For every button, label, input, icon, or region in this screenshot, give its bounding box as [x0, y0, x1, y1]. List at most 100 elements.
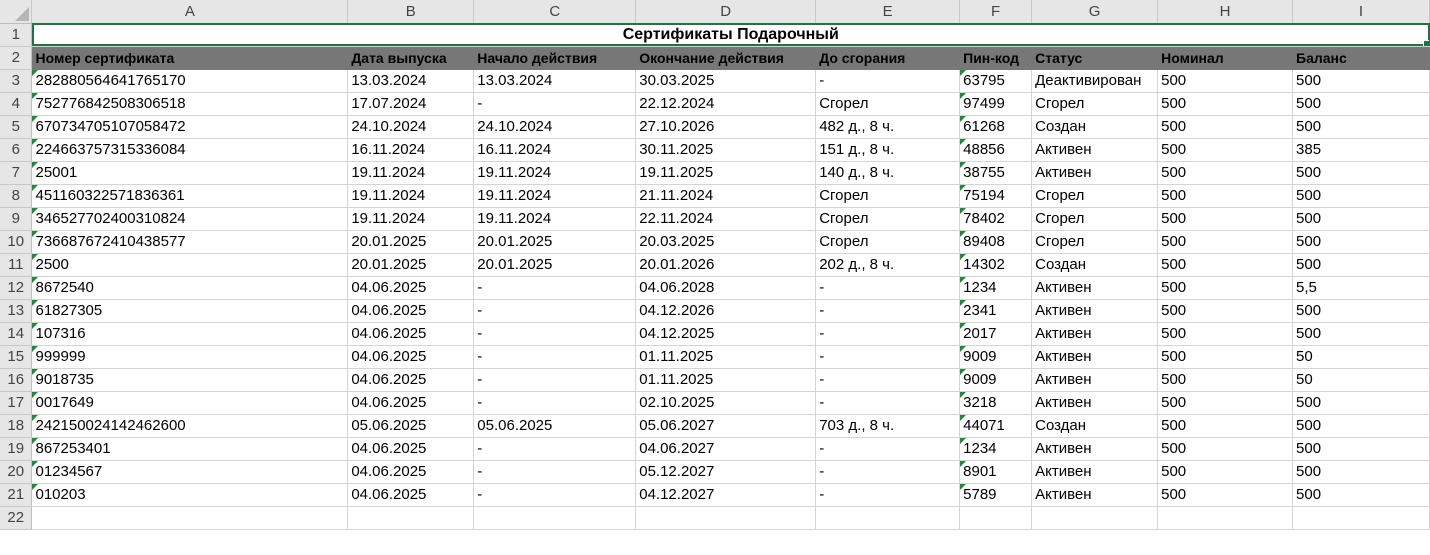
cell-nominal[interactable]: 500	[1157, 230, 1294, 254]
cell-balance[interactable]: 50	[1292, 345, 1430, 369]
cell-balance[interactable]: 500	[1292, 92, 1430, 116]
cell-certificate-number[interactable]: 2500	[31, 253, 349, 277]
cell-end-date[interactable]: 27.10.2026	[635, 115, 817, 139]
cell-balance[interactable]: 500	[1292, 115, 1430, 139]
cell-time-to-expiry[interactable]: -	[815, 276, 961, 300]
cell-time-to-expiry[interactable]: Сгорел	[815, 92, 961, 116]
cell-certificate-number[interactable]: 224663757315336084	[31, 138, 349, 162]
cell-pin-code[interactable]: 61268	[959, 115, 1033, 139]
cell-certificate-number[interactable]: 25001	[31, 161, 349, 185]
cell-status[interactable]: Активен	[1031, 483, 1159, 507]
cell-certificate-number[interactable]: 8672540	[31, 276, 349, 300]
cell-time-to-expiry[interactable]: Сгорел	[815, 207, 961, 231]
empty-cell[interactable]	[1157, 506, 1294, 530]
cell-nominal[interactable]: 500	[1157, 299, 1294, 323]
cell-issue-date[interactable]: 04.06.2025	[347, 368, 475, 392]
row-header[interactable]: 10	[0, 230, 33, 254]
cell-start-date[interactable]: -	[473, 368, 637, 392]
cell-pin-code[interactable]: 2017	[959, 322, 1033, 346]
cell-end-date[interactable]: 20.01.2026	[635, 253, 817, 277]
cell-issue-date[interactable]: 16.11.2024	[347, 138, 475, 162]
column-header-b[interactable]: B	[347, 0, 475, 24]
cell-time-to-expiry[interactable]: 202 д., 8 ч.	[815, 253, 961, 277]
cell-nominal[interactable]: 500	[1157, 368, 1294, 392]
cell-certificate-number[interactable]: 670734705107058472	[31, 115, 349, 139]
row-header[interactable]: 3	[0, 69, 33, 93]
cell-status[interactable]: Сгорел	[1031, 92, 1159, 116]
row-header[interactable]: 11	[0, 253, 33, 277]
cell-balance[interactable]: 500	[1292, 322, 1430, 346]
cell-start-date[interactable]: 05.06.2025	[473, 414, 637, 438]
cell-issue-date[interactable]: 19.11.2024	[347, 184, 475, 208]
row-header[interactable]: 6	[0, 138, 33, 162]
cell-end-date[interactable]: 22.12.2024	[635, 92, 817, 116]
cell-nominal[interactable]: 500	[1157, 483, 1294, 507]
header-status[interactable]: Статус	[1031, 46, 1159, 70]
cell-time-to-expiry[interactable]: -	[815, 391, 961, 415]
cell-start-date[interactable]: 24.10.2024	[473, 115, 637, 139]
cell-nominal[interactable]: 500	[1157, 207, 1294, 231]
cell-pin-code[interactable]: 44071	[959, 414, 1033, 438]
empty-cell[interactable]	[347, 506, 475, 530]
row-header[interactable]: 14	[0, 322, 33, 346]
cell-issue-date[interactable]: 19.11.2024	[347, 207, 475, 231]
cell-end-date[interactable]: 04.12.2025	[635, 322, 817, 346]
cell-time-to-expiry[interactable]: Сгорел	[815, 230, 961, 254]
cell-certificate-number[interactable]: 752776842508306518	[31, 92, 349, 116]
cell-certificate-number[interactable]: 282880564641765170	[31, 69, 349, 93]
cell-issue-date[interactable]: 04.06.2025	[347, 460, 475, 484]
column-header-d[interactable]: D	[635, 0, 817, 24]
cell-issue-date[interactable]: 20.01.2025	[347, 253, 475, 277]
row-header[interactable]: 17	[0, 391, 33, 415]
cell-time-to-expiry[interactable]: -	[815, 460, 961, 484]
header-nominal[interactable]: Номинал	[1157, 46, 1294, 70]
cell-pin-code[interactable]: 2341	[959, 299, 1033, 323]
cell-issue-date[interactable]: 04.06.2025	[347, 483, 475, 507]
empty-cell[interactable]	[635, 506, 817, 530]
sheet-title-cell[interactable]: Сертификаты Подарочный	[31, 23, 1430, 47]
cell-nominal[interactable]: 500	[1157, 345, 1294, 369]
row-header[interactable]: 7	[0, 161, 33, 185]
cell-end-date[interactable]: 01.11.2025	[635, 368, 817, 392]
cell-start-date[interactable]: 13.03.2024	[473, 69, 637, 93]
empty-cell[interactable]	[1031, 506, 1159, 530]
row-header[interactable]: 4	[0, 92, 33, 116]
select-all-corner[interactable]	[0, 0, 33, 24]
column-header-f[interactable]: F	[959, 0, 1033, 24]
cell-status[interactable]: Сгорел	[1031, 207, 1159, 231]
cell-pin-code[interactable]: 3218	[959, 391, 1033, 415]
cell-time-to-expiry[interactable]: 151 д., 8 ч.	[815, 138, 961, 162]
cell-pin-code[interactable]: 97499	[959, 92, 1033, 116]
cell-balance[interactable]: 500	[1292, 253, 1430, 277]
cell-time-to-expiry[interactable]: -	[815, 368, 961, 392]
empty-cell[interactable]	[959, 506, 1033, 530]
cell-pin-code[interactable]: 14302	[959, 253, 1033, 277]
cell-time-to-expiry[interactable]: 482 д., 8 ч.	[815, 115, 961, 139]
header-issue-date[interactable]: Дата выпуска	[347, 46, 475, 70]
cell-status[interactable]: Создан	[1031, 414, 1159, 438]
cell-nominal[interactable]: 500	[1157, 437, 1294, 461]
cell-issue-date[interactable]: 04.06.2025	[347, 391, 475, 415]
empty-cell[interactable]	[815, 506, 961, 530]
cell-time-to-expiry[interactable]: -	[815, 322, 961, 346]
empty-cell[interactable]	[1292, 506, 1430, 530]
cell-start-date[interactable]: -	[473, 299, 637, 323]
cell-nominal[interactable]: 500	[1157, 138, 1294, 162]
cell-end-date[interactable]: 30.03.2025	[635, 69, 817, 93]
row-header[interactable]: 8	[0, 184, 33, 208]
cell-status[interactable]: Сгорел	[1031, 184, 1159, 208]
cell-balance[interactable]: 500	[1292, 414, 1430, 438]
cell-time-to-expiry[interactable]: -	[815, 437, 961, 461]
cell-nominal[interactable]: 500	[1157, 276, 1294, 300]
cell-issue-date[interactable]: 04.06.2025	[347, 345, 475, 369]
row-header[interactable]: 9	[0, 207, 33, 231]
cell-balance[interactable]: 500	[1292, 483, 1430, 507]
cell-pin-code[interactable]: 75194	[959, 184, 1033, 208]
cell-start-date[interactable]: 19.11.2024	[473, 184, 637, 208]
cell-status[interactable]: Создан	[1031, 253, 1159, 277]
cell-balance[interactable]: 500	[1292, 184, 1430, 208]
cell-balance[interactable]: 500	[1292, 230, 1430, 254]
cell-end-date[interactable]: 19.11.2025	[635, 161, 817, 185]
cell-balance[interactable]: 385	[1292, 138, 1430, 162]
cell-end-date[interactable]: 22.11.2024	[635, 207, 817, 231]
